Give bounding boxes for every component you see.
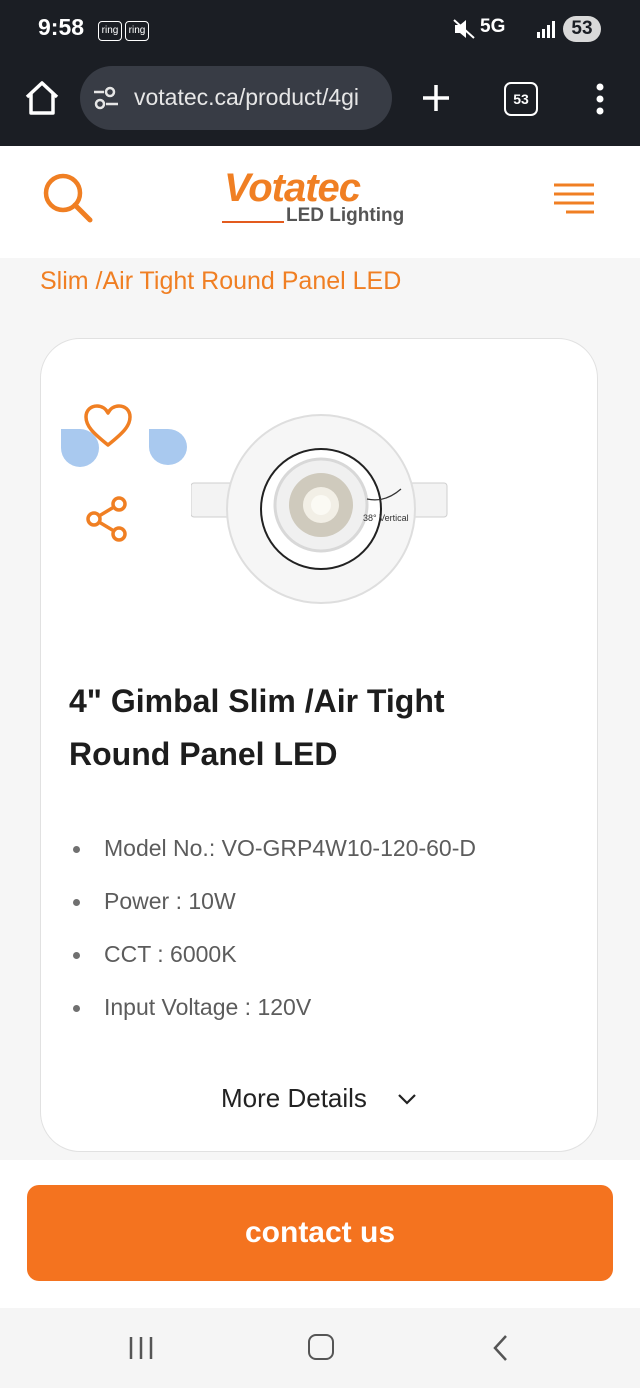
- site-header: Votatec LED Lighting: [0, 146, 640, 258]
- status-bar: 9:58 ring ring 5G 53: [0, 0, 640, 62]
- more-options-icon[interactable]: [590, 82, 610, 116]
- url-text[interactable]: votatec.ca/product/4gi: [134, 84, 359, 111]
- product-image-label: 38° Vertical: [363, 513, 409, 523]
- more-details-link[interactable]: More Details: [221, 1083, 367, 1114]
- signal-icon: [537, 21, 555, 38]
- product-title: 4" Gimbal Slim /Air Tight Round Panel LE…: [69, 683, 445, 772]
- system-nav-bar: [0, 1308, 640, 1388]
- battery-indicator: 53: [563, 16, 601, 42]
- product-image: 38° Vertical: [191, 414, 448, 604]
- address-bar[interactable]: votatec.ca/product/4gi: [80, 66, 392, 130]
- new-tab-icon[interactable]: [420, 82, 452, 114]
- home-icon[interactable]: [22, 78, 62, 118]
- wishlist-heart-icon[interactable]: [83, 403, 133, 449]
- share-icon[interactable]: [85, 495, 129, 543]
- site-settings-icon[interactable]: [92, 86, 120, 110]
- tab-switcher-button[interactable]: 53: [504, 82, 538, 116]
- search-icon[interactable]: [40, 170, 94, 224]
- spec-model: Model No.: VO-GRP4W10-120-60-D: [71, 833, 476, 886]
- recent-apps-icon[interactable]: [128, 1336, 154, 1360]
- chevron-down-icon[interactable]: [397, 1093, 417, 1105]
- ring-notification-icon: ring: [98, 21, 122, 41]
- spec-power: Power : 10W: [71, 886, 476, 939]
- breadcrumb-overflow: [40, 258, 600, 264]
- hamburger-menu-icon[interactable]: [552, 182, 596, 214]
- status-time: 9:58: [38, 14, 85, 40]
- ring-notification-icon: ring: [125, 21, 149, 41]
- network-label: 5G: [480, 16, 506, 37]
- logo-underline: [222, 221, 284, 223]
- product-card: 38° Vertical 4" Gimbal Slim /Air Tight R…: [40, 338, 598, 1152]
- mute-icon: [453, 19, 475, 39]
- contact-bar: contact us: [0, 1160, 640, 1308]
- logo-tagline: LED Lighting: [286, 205, 405, 226]
- system-home-icon[interactable]: [308, 1334, 334, 1360]
- decorative-blob: [149, 429, 187, 465]
- spec-voltage: Input Voltage : 120V: [71, 992, 476, 1045]
- spec-cct: CCT : 6000K: [71, 939, 476, 992]
- contact-us-button[interactable]: contact us: [27, 1185, 613, 1281]
- browser-toolbar: votatec.ca/product/4gi 53: [0, 62, 640, 146]
- back-icon[interactable]: [492, 1334, 508, 1362]
- breadcrumb-current[interactable]: Slim /Air Tight Round Panel LED: [40, 267, 401, 296]
- site-logo[interactable]: Votatec LED Lighting: [218, 166, 428, 236]
- spec-list: Model No.: VO-GRP4W10-120-60-D Power : 1…: [71, 833, 476, 1045]
